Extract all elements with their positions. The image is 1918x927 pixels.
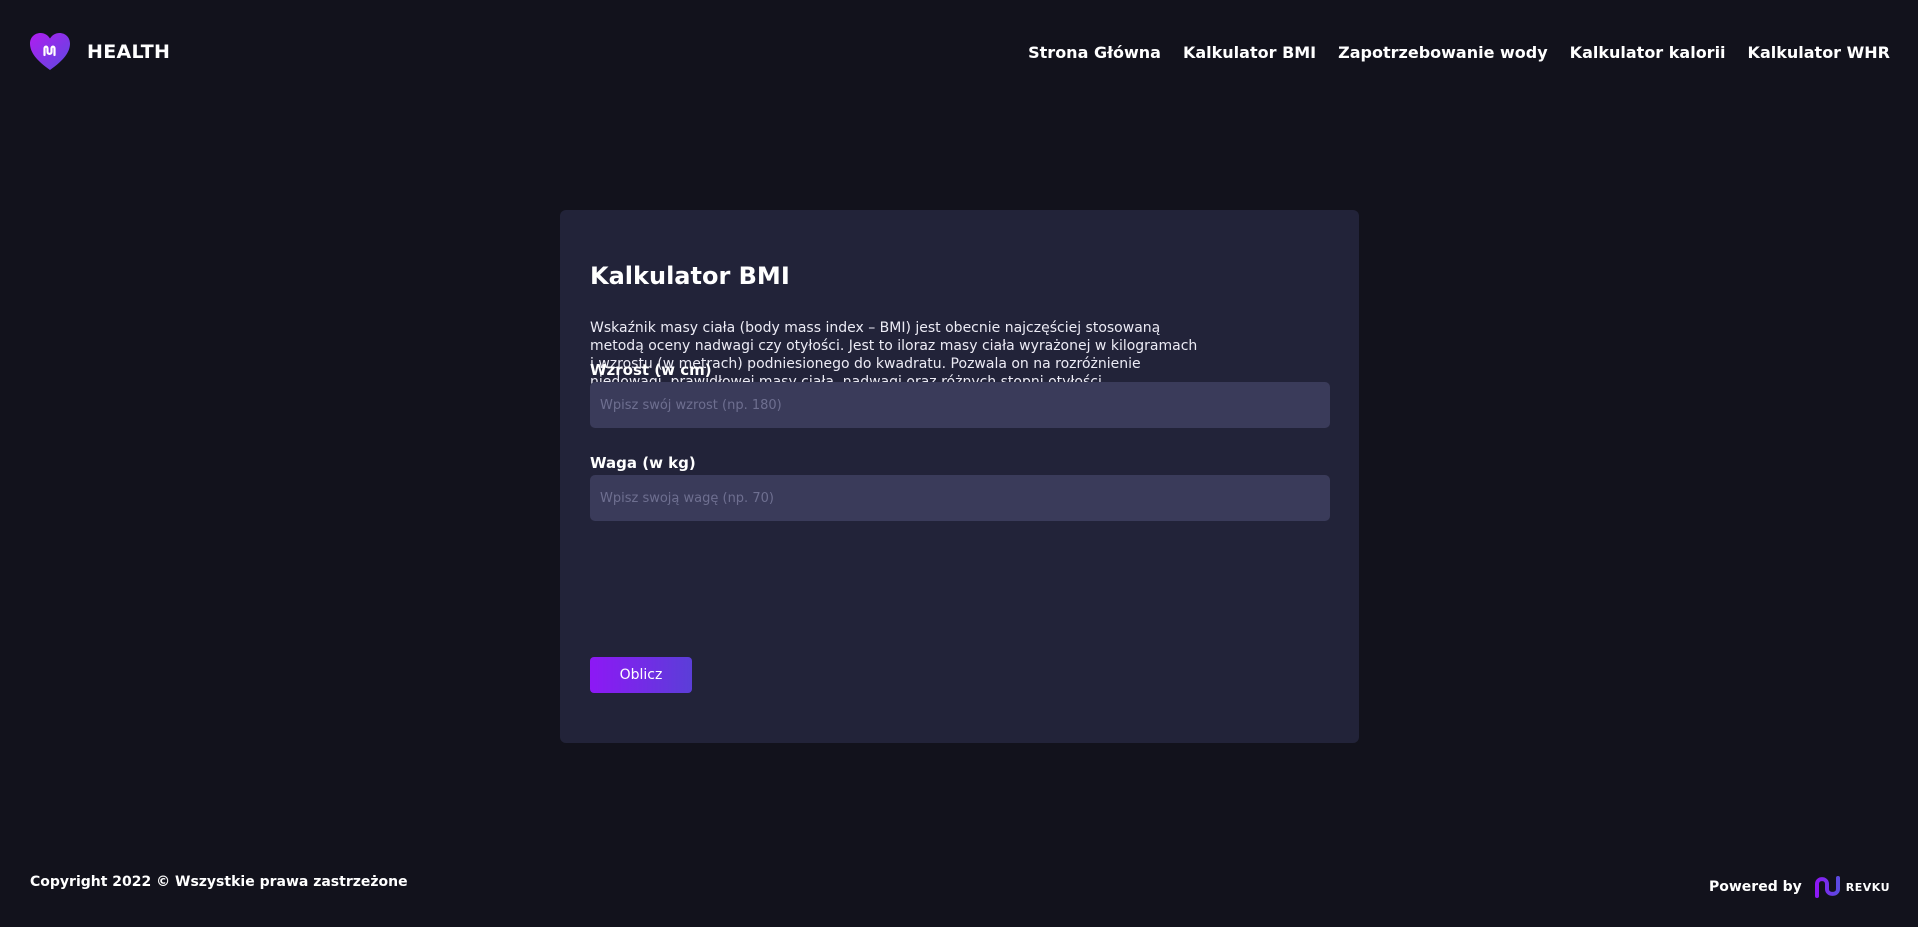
bmi-calculator-card: Kalkulator BMI Wskaźnik masy ciała (body… [560, 210, 1359, 743]
weight-label: Waga (w kg) [590, 454, 696, 472]
revku-logo-icon [1814, 876, 1840, 898]
nav-item-home[interactable]: Strona Główna [1028, 43, 1161, 62]
main-nav: Strona Główna Kalkulator BMI Zapotrzebow… [1006, 43, 1890, 62]
nav-item-calorie-calculator[interactable]: Kalkulator kalorii [1570, 43, 1726, 62]
height-input[interactable] [590, 382, 1330, 428]
powered-by[interactable]: Powered by REVKU [1709, 876, 1890, 898]
bmi-description: Wskaźnik masy ciała (body mass index – B… [590, 320, 1198, 390]
site-header: HEALTH Strona Główna Kalkulator BMI Zapo… [0, 0, 1918, 108]
calculate-button[interactable]: Oblicz [590, 657, 692, 693]
height-label: Wzrost (w cm) [590, 361, 712, 379]
weight-input[interactable] [590, 475, 1330, 521]
nav-item-bmi-calculator[interactable]: Kalkulator BMI [1183, 43, 1316, 62]
powered-by-label: Powered by [1708, 879, 1802, 895]
copyright-text: Copyright 2022 © Wszystkie prawa zastrze… [30, 874, 408, 890]
nav-item-water-needs[interactable]: Zapotrzebowanie wody [1338, 43, 1548, 62]
brand-logo[interactable]: HEALTH [30, 33, 170, 71]
heart-logo-icon [30, 33, 70, 70]
revku-brand-name: REVKU [1845, 880, 1890, 894]
brand-name: HEALTH [87, 41, 171, 63]
page-title: Kalkulator BMI [590, 262, 790, 290]
nav-item-whr-calculator[interactable]: Kalkulator WHR [1748, 43, 1890, 62]
